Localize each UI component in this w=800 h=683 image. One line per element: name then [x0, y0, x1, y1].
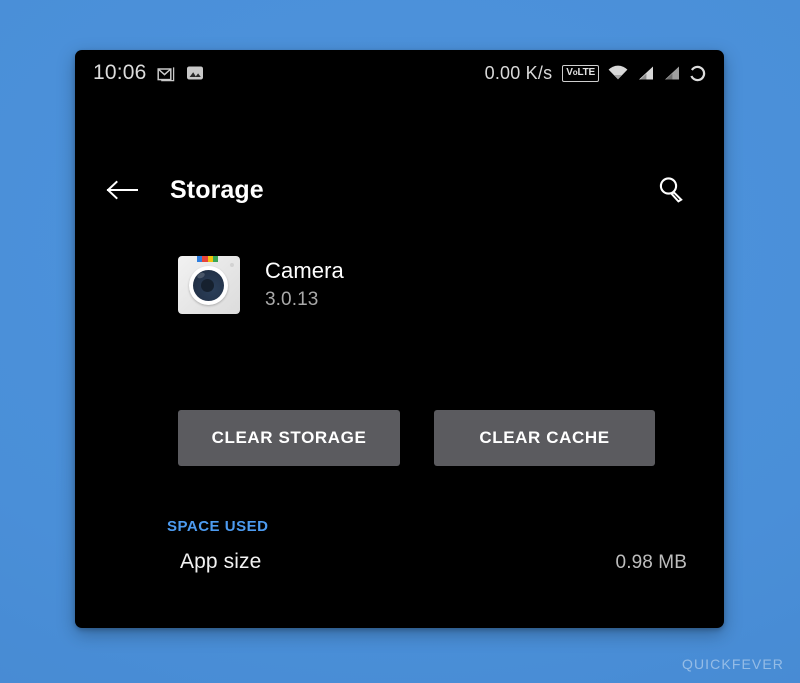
volte-badge: VoLTE	[562, 64, 599, 82]
app-size-label: App size	[180, 550, 262, 573]
camera-app-icon	[178, 256, 240, 314]
action-button-row: CLEAR STORAGE CLEAR CACHE	[178, 410, 655, 466]
search-icon	[659, 177, 683, 203]
app-size-row[interactable]: App size 0.98 MB	[167, 550, 687, 574]
clear-storage-button[interactable]: CLEAR STORAGE	[178, 410, 400, 466]
status-bar: 10:06 0.00 K/s VoLTE	[75, 50, 724, 96]
phone-screenshot-panel: 10:06 0.00 K/s VoLTE Storage Camera 3.0.…	[75, 50, 724, 628]
app-info-row: Camera 3.0.13	[178, 256, 344, 314]
camera-icon-flash	[230, 263, 234, 267]
app-bar: Storage	[75, 155, 724, 225]
search-button[interactable]	[648, 167, 694, 213]
camera-icon-lens-core	[201, 279, 214, 292]
status-clock: 10:06	[93, 61, 147, 84]
network-speed-indicator: 0.00 K/s	[484, 62, 553, 83]
page-title: Storage	[170, 175, 264, 204]
app-version: 3.0.13	[265, 288, 319, 310]
app-size-value: 0.98 MB	[615, 552, 687, 573]
gallery-icon	[186, 66, 203, 80]
signal-bar-secondary-icon	[665, 66, 679, 80]
wifi-icon	[608, 65, 628, 80]
status-bar-right-group: 0.00 K/s VoLTE	[485, 50, 706, 96]
clear-cache-button[interactable]: CLEAR CACHE	[434, 410, 655, 466]
space-used-section-header: SPACE USED	[167, 518, 269, 535]
camera-icon-color-stripes	[197, 256, 218, 262]
arrow-left-icon	[106, 180, 138, 200]
app-name: Camera	[265, 257, 344, 283]
app-text-group: Camera 3.0.13	[265, 258, 344, 313]
back-button[interactable]	[100, 168, 144, 212]
status-bar-left-group: 10:06	[93, 61, 204, 85]
watermark: QUICKFEVER	[681, 656, 784, 672]
gmail-icon	[157, 66, 174, 81]
signal-bar-icon	[639, 66, 653, 80]
battery-ring-icon	[689, 65, 706, 81]
